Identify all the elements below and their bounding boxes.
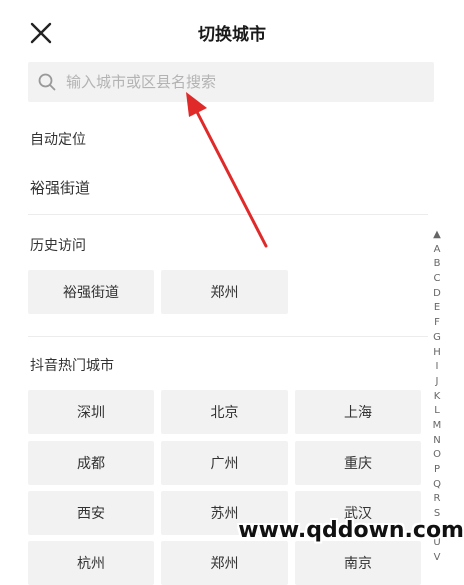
index-letter[interactable]: G	[430, 331, 444, 346]
hot-city-item[interactable]: 广州	[161, 441, 288, 485]
divider	[28, 336, 428, 337]
search-input[interactable]	[66, 62, 426, 102]
index-letter[interactable]: V	[430, 551, 444, 566]
page-title: 切换城市	[198, 25, 266, 45]
divider	[28, 214, 428, 215]
hot-city-item[interactable]: 杭州	[28, 541, 154, 585]
index-letter[interactable]: J	[430, 375, 444, 390]
hot-city-item[interactable]: 北京	[161, 390, 288, 434]
search-icon	[38, 73, 56, 91]
hot-city-item[interactable]: 成都	[28, 441, 154, 485]
index-letter[interactable]: K	[430, 390, 444, 405]
index-letter[interactable]: C	[430, 272, 444, 287]
index-letter[interactable]: P	[430, 463, 444, 478]
index-letter[interactable]: A	[430, 243, 444, 258]
search-bar[interactable]	[28, 62, 434, 102]
index-letter[interactable]: O	[430, 448, 444, 463]
index-letter[interactable]: L	[430, 404, 444, 419]
index-letter[interactable]: D	[430, 287, 444, 302]
index-letter[interactable]: I	[430, 360, 444, 375]
index-letter[interactable]: B	[430, 257, 444, 272]
hot-cities-title: 抖音热门城市	[30, 358, 114, 374]
index-letter[interactable]: R	[430, 492, 444, 507]
index-letter[interactable]: M	[430, 419, 444, 434]
auto-location-title: 自动定位	[30, 132, 86, 148]
hot-city-item[interactable]: 重庆	[295, 441, 421, 485]
index-letter[interactable]: F	[430, 316, 444, 331]
history-item[interactable]: 郑州	[161, 270, 288, 314]
auto-location-city[interactable]: 裕强街道	[30, 177, 90, 198]
index-letter[interactable]: E	[430, 301, 444, 316]
watermark: www.qddown.com	[238, 517, 464, 543]
hot-city-item[interactable]: 深圳	[28, 390, 154, 434]
index-letter[interactable]: Q	[430, 478, 444, 493]
header: 切换城市	[0, 0, 464, 62]
hot-city-item[interactable]: 西安	[28, 491, 154, 535]
hot-city-item[interactable]: 上海	[295, 390, 421, 434]
history-title: 历史访问	[30, 238, 86, 254]
index-letter[interactable]: H	[430, 346, 444, 361]
history-item[interactable]: 裕强街道	[28, 270, 154, 314]
index-letter[interactable]: ▲	[430, 228, 444, 243]
index-letter[interactable]: N	[430, 434, 444, 449]
